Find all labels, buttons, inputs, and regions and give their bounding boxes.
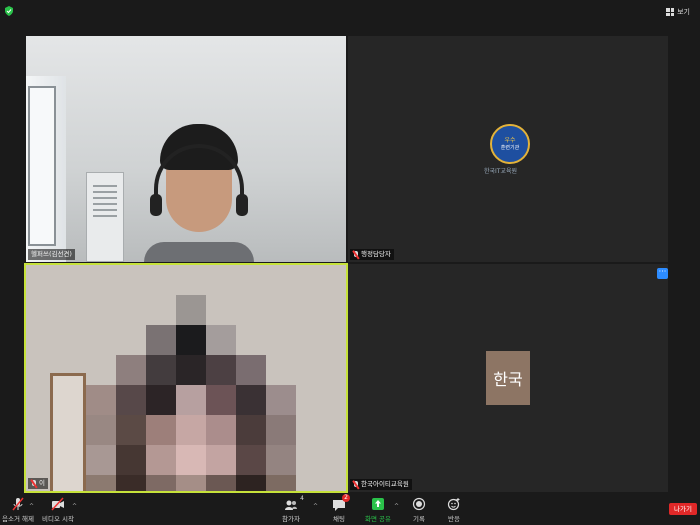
share-screen-button[interactable]: 화면 공유: [365, 497, 391, 523]
video-tile-1[interactable]: 헬퍼쓰(김선견): [26, 36, 346, 262]
record-icon: [412, 497, 426, 511]
chat-unread-badge: 2: [342, 494, 350, 502]
participant-name-label: 헬퍼쓰(김선견): [28, 249, 75, 260]
start-video-button[interactable]: 비디오 시작: [42, 497, 74, 523]
participants-count: 4: [300, 495, 304, 502]
view-label: 보기: [677, 8, 690, 16]
participant-avatar: 한국: [486, 351, 530, 405]
audio-options-caret-icon[interactable]: ^: [29, 503, 34, 510]
pixelated-participant-video: [86, 295, 296, 491]
mic-muted-icon: [31, 479, 37, 488]
participant-video: [144, 124, 254, 262]
mic-muted-icon: [353, 480, 359, 489]
grid-view-icon: [666, 8, 675, 16]
view-button[interactable]: 보기: [662, 5, 694, 19]
window-frame: [28, 86, 56, 246]
tile-more-options-button[interactable]: ···: [657, 268, 668, 279]
air-conditioner: [86, 172, 124, 262]
video-options-caret-icon[interactable]: ^: [72, 503, 77, 510]
logo-caption: 한국IT교육원: [484, 168, 518, 175]
participant-name-label: 행정담당자: [350, 249, 394, 260]
mic-muted-icon: [353, 250, 359, 259]
certified-training-logo: 우수 훈련기관: [490, 124, 530, 164]
chat-button[interactable]: 2 채팅: [332, 494, 350, 523]
door: [50, 373, 86, 491]
video-off-icon: [51, 497, 64, 511]
shield-icon[interactable]: [4, 6, 14, 16]
leave-meeting-button[interactable]: 나가기: [669, 503, 697, 515]
mic-muted-icon: [12, 497, 24, 511]
reactions-button[interactable]: 반응: [447, 497, 461, 523]
unmute-button[interactable]: 음소거 해제: [2, 497, 34, 523]
participant-name-label: 한국아이티교육원: [350, 479, 412, 490]
share-screen-icon: [372, 498, 384, 510]
chat-icon: 2: [332, 494, 350, 511]
participants-options-caret-icon[interactable]: ^: [313, 503, 318, 510]
smiley-plus-icon: [447, 498, 460, 511]
share-options-caret-icon[interactable]: ^: [394, 503, 399, 510]
participants-button[interactable]: 4 참가자: [282, 495, 304, 523]
participants-icon: 4: [284, 495, 304, 511]
record-button[interactable]: 기록: [412, 497, 426, 523]
meeting-toolbar: 음소거 해제 ^ 비디오 시작 ^ 4 참가자 ^ 2 채팅 화면 공유 ^ 기…: [0, 494, 700, 525]
video-tile-3-active-speaker[interactable]: 이: [24, 263, 348, 493]
participant-name-label: 이: [28, 478, 48, 489]
